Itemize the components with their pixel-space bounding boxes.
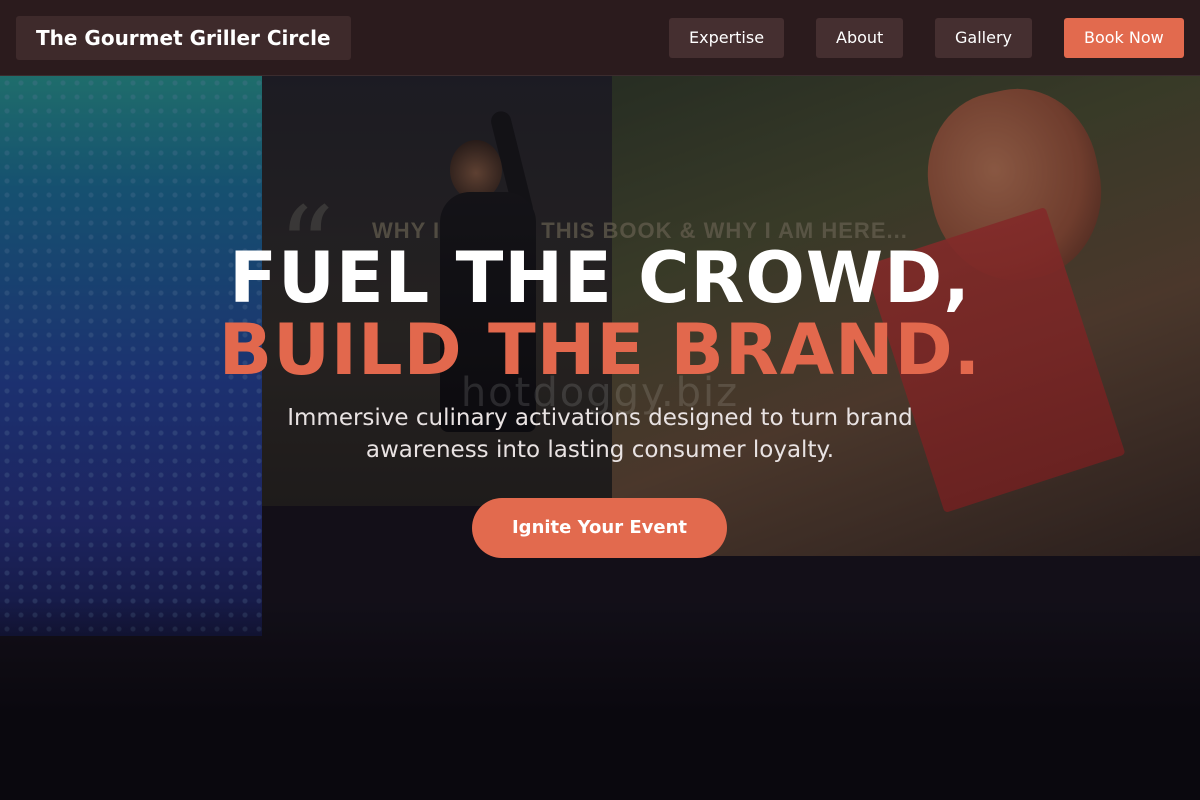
nav-link-gallery[interactable]: Gallery xyxy=(935,18,1032,58)
hero-headline: FUEL THE CROWD, BUILD THE BRAND. xyxy=(0,242,1200,386)
nav-link-about[interactable]: About xyxy=(816,18,904,58)
hero-headline-line2: BUILD THE BRAND. xyxy=(218,309,982,391)
nav-link-expertise[interactable]: Expertise xyxy=(669,18,785,58)
hero-headline-line1: FUEL THE CROWD, xyxy=(229,237,971,319)
ignite-event-button[interactable]: Ignite Your Event xyxy=(472,498,727,558)
brand-logo[interactable]: The Gourmet Griller Circle xyxy=(16,16,351,60)
hero-section: “ WHY I WROTE THIS BOOK & WHY I AM HERE.… xyxy=(0,0,1200,800)
hero-subtitle: Immersive culinary activations designed … xyxy=(287,405,913,463)
top-navbar: The Gourmet Griller Circle Expertise Abo… xyxy=(0,0,1200,76)
book-now-button[interactable]: Book Now xyxy=(1064,18,1184,58)
